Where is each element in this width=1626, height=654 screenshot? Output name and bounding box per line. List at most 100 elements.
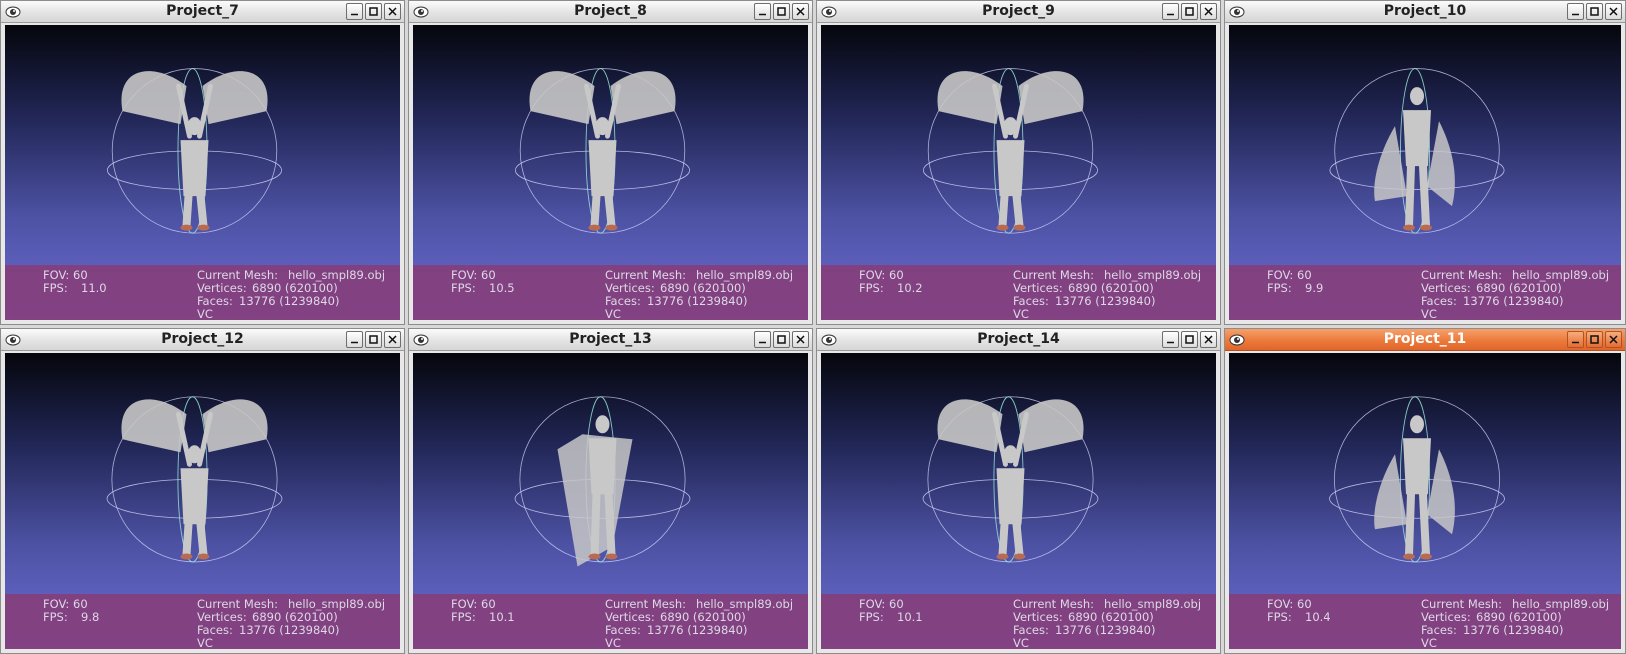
close-button[interactable]	[1200, 3, 1217, 20]
window-title: Project_10	[1383, 3, 1467, 19]
torso	[996, 140, 1025, 197]
maximize-icon	[1185, 7, 1194, 16]
maximize-button[interactable]	[365, 331, 382, 348]
faces-value: 13776 (1239840)	[239, 294, 340, 308]
maximize-button[interactable]	[1181, 3, 1198, 20]
minimize-button[interactable]	[346, 3, 363, 20]
leg-left	[1405, 162, 1415, 230]
torso	[1403, 110, 1431, 167]
maximize-icon	[1590, 335, 1599, 344]
minimize-button[interactable]	[754, 3, 771, 20]
close-icon	[1204, 7, 1213, 16]
minimize-button[interactable]	[1567, 3, 1584, 20]
project-window[interactable]: Project_8 FOV: 60 FPS: 10.5 Current Mesh…	[408, 0, 813, 325]
info-overlay: FOV: 60 FPS: 10.5 Current Mesh: hello_sm…	[413, 265, 808, 320]
title-bar[interactable]: Project_10	[1225, 1, 1625, 23]
maximize-icon	[1590, 7, 1599, 16]
foot-left	[180, 553, 193, 560]
3d-viewport[interactable]: FOV: 60 FPS: 10.1 Current Mesh: hello_sm…	[413, 353, 808, 649]
fps-value: 9.9	[1305, 281, 1324, 295]
project-window[interactable]: Project_14 FOV: 60 FPS: 10.1 Current Mes…	[816, 328, 1221, 654]
color-mode: VC	[1421, 636, 1437, 650]
info-overlay: FOV: 60 FPS: 10.2 Current Mesh: hello_sm…	[821, 265, 1216, 320]
fps-value: 10.1	[489, 610, 515, 624]
color-mode: VC	[605, 307, 621, 321]
maximize-icon	[1185, 335, 1194, 344]
close-button[interactable]	[792, 331, 809, 348]
foot-left	[1403, 553, 1415, 560]
title-bar[interactable]: Project_8	[409, 1, 812, 23]
window-title: Project_8	[574, 3, 647, 19]
project-window[interactable]: Project_13 FOV: 60 FPS: 10.1 Current Mes…	[408, 328, 813, 654]
title-bar[interactable]: Project_12	[1, 329, 404, 351]
3d-viewport[interactable]: FOV: 60 FPS: 10.4 Current Mesh: hello_sm…	[1229, 353, 1621, 649]
close-button[interactable]	[792, 3, 809, 20]
minimize-button[interactable]	[1162, 3, 1179, 20]
torso	[180, 140, 209, 197]
cape-left	[121, 71, 187, 125]
title-bar[interactable]: Project_11	[1225, 329, 1625, 351]
title-bar[interactable]: Project_13	[409, 329, 812, 351]
maximize-button[interactable]	[773, 3, 790, 20]
minimize-icon	[759, 13, 766, 16]
minimize-button[interactable]	[1162, 331, 1179, 348]
project-window[interactable]: Project_10 FOV: 60 FPS: 9.9 Current Mesh…	[1224, 0, 1626, 325]
close-button[interactable]	[384, 3, 401, 20]
fps-label: FPS:	[1267, 610, 1292, 624]
project-window[interactable]: Project_9 FOV: 60 FPS: 10.2 Current Mesh…	[816, 0, 1221, 325]
close-icon	[1609, 335, 1618, 344]
minimize-icon	[351, 341, 358, 344]
fps-value: 11.0	[81, 281, 107, 295]
project-window[interactable]: Project_7 FOV: 60 FPS: 11.0 Current Mesh…	[0, 0, 405, 325]
minimize-button[interactable]	[1567, 331, 1584, 348]
mesh-render	[1329, 68, 1505, 234]
maximize-button[interactable]	[1181, 331, 1198, 348]
minimize-button[interactable]	[346, 331, 363, 348]
3d-viewport[interactable]: FOV: 60 FPS: 9.9 Current Mesh: hello_smp…	[1229, 25, 1621, 320]
title-bar[interactable]: Project_9	[817, 1, 1220, 23]
window-title: Project_14	[977, 331, 1060, 347]
leg-left	[998, 192, 1009, 230]
mesh-render	[922, 68, 1099, 234]
close-button[interactable]	[1605, 331, 1622, 348]
close-button[interactable]	[1605, 3, 1622, 20]
close-button[interactable]	[1200, 331, 1217, 348]
color-mode: VC	[197, 307, 213, 321]
torso	[588, 438, 617, 495]
project-window[interactable]: Project_12 FOV: 60 FPS: 9.8 Current Mesh…	[0, 328, 405, 654]
3d-viewport[interactable]: FOV: 60 FPS: 10.2 Current Mesh: hello_sm…	[821, 25, 1216, 320]
color-mode: VC	[1421, 307, 1437, 321]
fps-value: 10.2	[897, 281, 923, 295]
3d-viewport[interactable]: FOV: 60 FPS: 9.8 Current Mesh: hello_smp…	[5, 353, 400, 649]
foot-left	[180, 224, 193, 231]
3d-viewport[interactable]: FOV: 60 FPS: 11.0 Current Mesh: hello_sm…	[5, 25, 400, 320]
minimize-icon	[1572, 341, 1579, 344]
title-bar[interactable]: Project_7	[1, 1, 404, 23]
minimize-icon	[1572, 13, 1579, 16]
leg-right	[196, 520, 208, 559]
project-window[interactable]: Project_11 FOV: 60 FPS: 10.4 Current Mes…	[1224, 328, 1626, 654]
color-mode: VC	[197, 636, 213, 650]
fps-label: FPS:	[451, 610, 476, 624]
3d-viewport[interactable]: FOV: 60 FPS: 10.1 Current Mesh: hello_sm…	[821, 353, 1216, 649]
minimize-button[interactable]	[754, 331, 771, 348]
title-bar[interactable]: Project_14	[817, 329, 1220, 351]
leg-left	[182, 520, 193, 559]
mesh-render	[106, 68, 283, 234]
fps-label: FPS:	[43, 610, 68, 624]
cape-right	[1018, 71, 1084, 125]
leg-right	[1012, 192, 1024, 230]
leg-left	[1405, 490, 1415, 559]
3d-viewport[interactable]: FOV: 60 FPS: 10.5 Current Mesh: hello_sm…	[413, 25, 808, 320]
head	[595, 415, 610, 434]
maximize-button[interactable]	[773, 331, 790, 348]
fps-label: FPS:	[859, 281, 884, 295]
info-overlay: FOV: 60 FPS: 9.8 Current Mesh: hello_smp…	[5, 594, 400, 649]
faces-value: 13776 (1239840)	[647, 623, 748, 637]
maximize-button[interactable]	[1586, 3, 1603, 20]
maximize-button[interactable]	[1586, 331, 1603, 348]
foot-left	[996, 553, 1009, 560]
maximize-button[interactable]	[365, 3, 382, 20]
close-button[interactable]	[384, 331, 401, 348]
close-icon	[388, 335, 397, 344]
